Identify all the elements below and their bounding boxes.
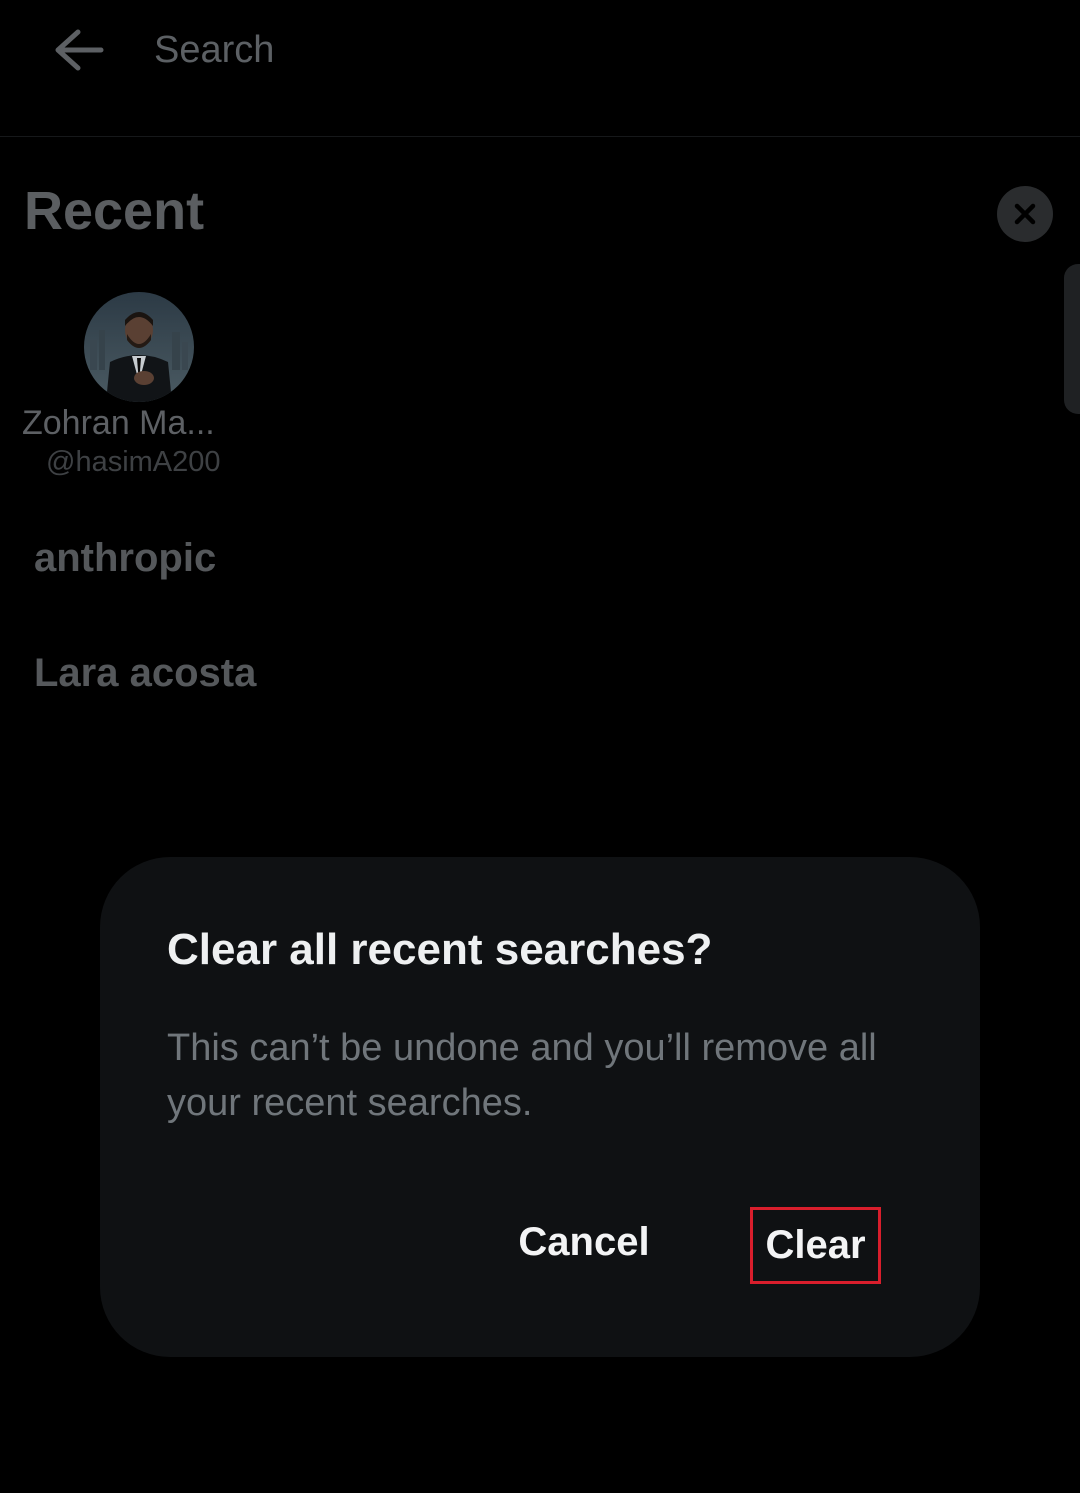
back-button[interactable] <box>46 20 110 80</box>
recent-heading: Recent <box>24 181 205 241</box>
search-input[interactable] <box>154 22 974 78</box>
search-header <box>0 0 1080 137</box>
recent-search-item[interactable]: Lara acosta <box>34 651 256 696</box>
clear-recent-button[interactable] <box>997 186 1053 242</box>
clear-button[interactable]: Clear <box>750 1207 881 1284</box>
close-icon <box>1014 203 1036 225</box>
arrow-left-icon <box>55 29 104 71</box>
dialog-title: Clear all recent searches? <box>167 925 713 974</box>
recent-user-name: Zohran Ma... <box>22 404 215 442</box>
recent-user-card[interactable]: Zohran Ma... @hasimA200 <box>18 290 258 480</box>
clear-searches-dialog: Clear all recent searches? This can’t be… <box>100 857 980 1357</box>
recent-search-item[interactable]: anthropic <box>34 536 216 581</box>
cancel-button[interactable]: Cancel <box>504 1209 664 1275</box>
dialog-message: This can’t be undone and you’ll remove a… <box>167 1027 877 1124</box>
scroll-handle[interactable] <box>1064 264 1080 414</box>
avatar-image <box>84 292 194 402</box>
avatar <box>84 292 194 402</box>
recent-user-handle: @hasimA200 <box>46 446 221 478</box>
